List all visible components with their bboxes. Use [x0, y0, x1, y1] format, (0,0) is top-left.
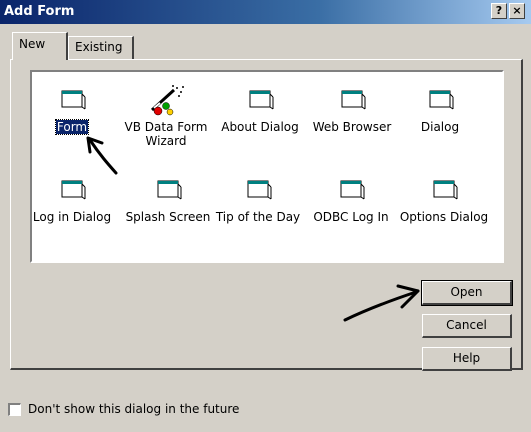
annotation-arrows — [86, 136, 420, 322]
arrow-annotation-open — [343, 284, 420, 322]
arrow-annotation-form — [86, 136, 118, 175]
